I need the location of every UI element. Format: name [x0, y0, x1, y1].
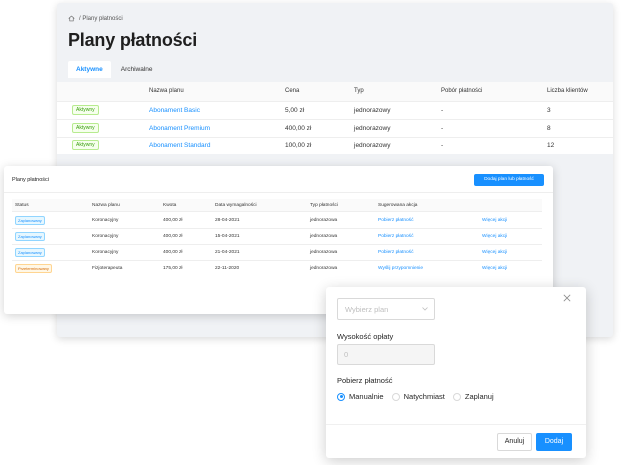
plan-clients: 8 [547, 125, 551, 132]
divider [4, 192, 553, 193]
table-row[interactable]: Przeterminowany Fizjoterapeuta 175,00 zł… [12, 261, 542, 276]
fee-input[interactable]: 0 [337, 344, 435, 365]
col-collection: Pobór płatności [441, 88, 483, 94]
more-actions-link[interactable]: Więcej akcji [482, 218, 507, 223]
status-badge: Aktywny [72, 105, 99, 115]
tab-archived[interactable]: Archiwalne [113, 61, 161, 78]
breadcrumb: / Plany płatności [68, 15, 123, 22]
col-type: Typ [354, 88, 364, 94]
plan-name-link[interactable]: Abonament Standard [149, 142, 210, 149]
more-actions-link[interactable]: Więcej akcji [482, 234, 507, 239]
collect-method-radio-group: Manualnie Natychmiast Zaplanuj [337, 392, 494, 401]
table-header: Status Nazwa planu Kwota Data wymagalnoś… [12, 199, 542, 212]
col-plan-name: Nazwa planu [92, 202, 120, 208]
plan-type: jednorazowy [354, 142, 391, 149]
home-icon[interactable] [68, 15, 75, 22]
payment-amount: 400,00 zł [163, 218, 183, 223]
table-row[interactable]: Aktywny Abonament Basic 5,00 zł jednoraz… [57, 102, 613, 120]
col-due-date: Data wymagalności [215, 202, 257, 208]
col-payment-type: Typ płatności [310, 202, 338, 208]
fee-input-value: 0 [344, 350, 349, 359]
plan-clients: 3 [547, 107, 551, 114]
tab-active[interactable]: Aktywne [68, 61, 111, 78]
radio-schedule-label: Zaplanuj [464, 392, 494, 401]
payment-due-date: 15-04-2021 [215, 234, 240, 239]
payment-amount: 400,00 zł [163, 250, 183, 255]
col-price: Cena [285, 88, 300, 94]
payment-due-date: 22-11-2020 [215, 266, 240, 271]
status-badge: Zaplanowany [15, 232, 45, 241]
add-payment-modal: Wybierz plan Wysokość opłaty 0 Pobierz p… [326, 287, 586, 458]
plan-clients: 12 [547, 142, 555, 149]
cancel-button[interactable]: Anuluj [497, 433, 532, 451]
plan-name-link[interactable]: Abonament Basic [149, 107, 200, 114]
plan-type: jednorazowy [354, 107, 391, 114]
breadcrumb-text: / Plany płatności [79, 15, 123, 22]
payment-due-date: 21-04-2021 [215, 250, 240, 255]
submit-button[interactable]: Dodaj [536, 433, 572, 451]
suggested-action-link[interactable]: Pobierz płatność [378, 218, 413, 223]
radio-manual-indicator[interactable] [337, 392, 345, 401]
payment-due-date: 28-04-2021 [215, 218, 240, 223]
status-badge: Aktywny [72, 123, 99, 133]
payment-type: jednorazowa [310, 250, 338, 255]
radio-manual-label: Manualnie [349, 392, 384, 401]
payment-plan-name: Koronacyjny [92, 250, 119, 255]
col-status: Status [15, 202, 29, 208]
plan-select[interactable]: Wybierz plan [337, 298, 435, 320]
suggested-action-link[interactable]: Pobierz płatność [378, 234, 413, 239]
payment-plan-name: Koronacyjny [92, 234, 119, 239]
plan-collection: - [441, 125, 444, 132]
more-actions-link[interactable]: Więcej akcji [482, 266, 507, 271]
payment-type: jednorazowa [310, 218, 338, 223]
status-badge: Aktywny [72, 140, 99, 150]
collect-payment-label: Pobierz płatność [337, 376, 393, 385]
payment-plan-name: Koronacyjny [92, 218, 119, 223]
table-row[interactable]: Aktywny Abonament Standard 100,00 zł jed… [57, 137, 613, 154]
radio-schedule-indicator[interactable] [452, 392, 461, 401]
plan-select-placeholder: Wybierz plan [345, 305, 389, 314]
payment-amount: 400,00 zł [163, 234, 183, 239]
plan-name-link[interactable]: Abonament Premium [149, 125, 210, 132]
footer-divider [326, 424, 586, 425]
table-row[interactable]: Aktywny Abonament Premium 400,00 zł jedn… [57, 120, 613, 138]
close-icon[interactable] [563, 294, 571, 302]
plan-collection: - [441, 142, 444, 149]
radio-immediate[interactable]: Natychmiast [391, 392, 445, 401]
plan-collection: - [441, 107, 444, 114]
status-badge: Zaplanowany [15, 216, 45, 225]
table-row[interactable]: Zaplanowany Koronacyjny 400,00 zł 28-04-… [12, 213, 542, 229]
plan-price: 400,00 zł [285, 125, 312, 132]
plans-table: Nazwa planu Cena Typ Pobór płatności Lic… [57, 82, 613, 154]
plan-type: jednorazowy [354, 125, 391, 132]
suggested-action-link[interactable]: Wyślij przypomnienie [378, 266, 423, 271]
radio-manual[interactable]: Manualnie [337, 392, 384, 401]
payment-plan-name: Fizjoterapeuta [92, 266, 123, 271]
radio-immediate-label: Natychmiast [403, 392, 445, 401]
fee-label: Wysokość opłaty [337, 332, 394, 341]
plan-tabs: Aktywne Archiwalne [68, 61, 161, 78]
table-row[interactable]: Zaplanowany Koronacyjny 400,00 zł 15-04-… [12, 229, 542, 245]
payment-amount: 175,00 zł [163, 266, 183, 271]
status-badge: Przeterminowany [15, 264, 52, 273]
radio-immediate-indicator[interactable] [391, 392, 400, 401]
table-row[interactable]: Zaplanowany Koronacyjny 400,00 zł 21-04-… [12, 245, 542, 261]
col-clients: Liczba klientów [547, 88, 588, 94]
plan-price: 100,00 zł [285, 142, 312, 149]
radio-schedule[interactable]: Zaplanuj [452, 392, 494, 401]
suggested-action-link[interactable]: Pobierz płatność [378, 250, 413, 255]
add-plan-button[interactable]: Dodaj plan lub płatność [474, 174, 544, 186]
status-badge: Zaplanowany [15, 248, 45, 257]
col-amount: Kwota [163, 202, 177, 208]
col-plan-name: Nazwa planu [149, 88, 184, 94]
plan-price: 5,00 zł [285, 107, 305, 114]
chevron-down-icon [422, 307, 428, 311]
page-title: Plany płatności [68, 30, 198, 50]
payments-title: Plany płatności [12, 177, 49, 183]
table-header: Nazwa planu Cena Typ Pobór płatności Lic… [57, 82, 613, 102]
more-actions-link[interactable]: Więcej akcji [482, 250, 507, 255]
payment-type: jednorazowa [310, 266, 338, 271]
payment-type: jednorazowa [310, 234, 338, 239]
col-suggested-action: Sugerowana akcja [378, 202, 418, 208]
